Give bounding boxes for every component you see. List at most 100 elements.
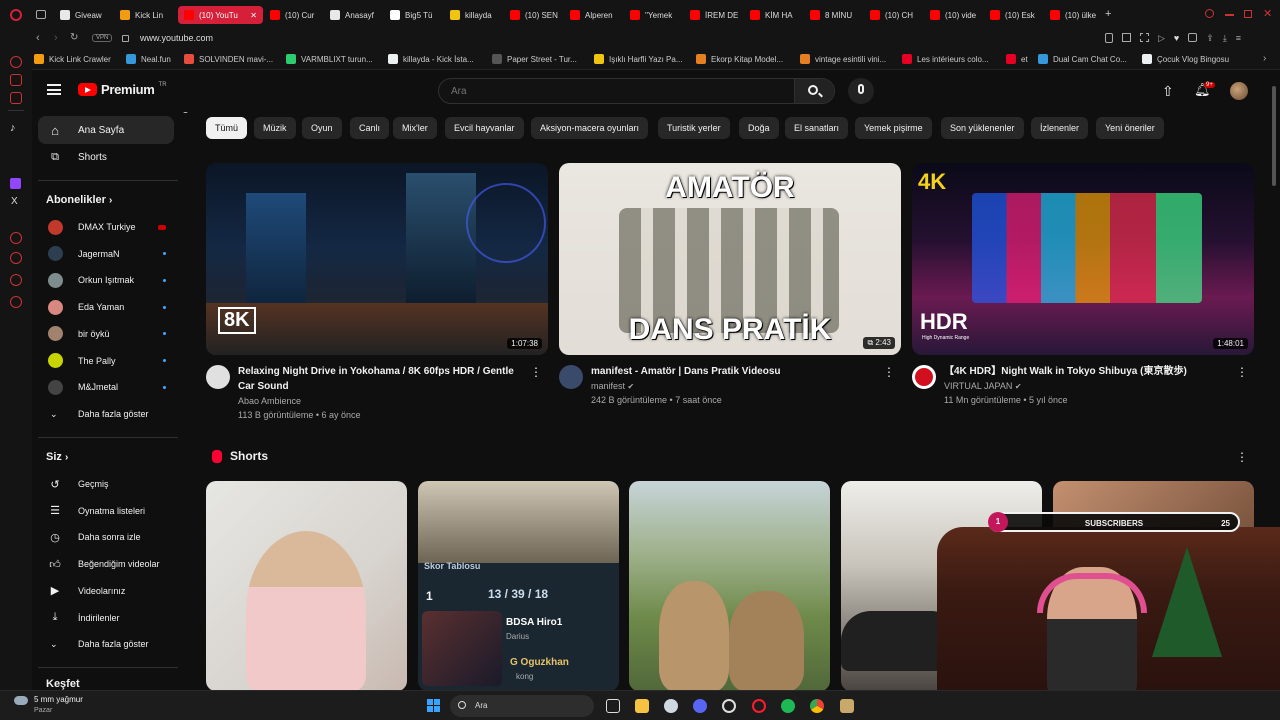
settings-icon[interactable] bbox=[10, 296, 22, 308]
bookmark-item[interactable]: killayda - Kick İsta... bbox=[388, 54, 474, 64]
subscription-item[interactable]: The Pally bbox=[38, 348, 174, 374]
close-tab-icon[interactable]: ✕ bbox=[250, 11, 257, 20]
tab-search-icon[interactable] bbox=[1205, 9, 1214, 18]
bookmark-item[interactable]: Ekorp Kitap Model... bbox=[696, 54, 783, 64]
more-options-icon[interactable]: ⋮ bbox=[883, 365, 895, 379]
short-thumbnail[interactable]: Skor Tablosu 1 13 / 39 / 18 BDSA Hiro1 D… bbox=[418, 481, 619, 691]
subscription-item[interactable]: M&Jmetal bbox=[38, 374, 174, 400]
chrome-icon[interactable] bbox=[810, 699, 824, 713]
channel-avatar[interactable] bbox=[912, 365, 936, 389]
bookmark-item[interactable]: vintage esintili vini... bbox=[800, 54, 886, 64]
bookmark-item[interactable]: Neal.fun bbox=[126, 54, 171, 64]
hamburger-menu-icon[interactable] bbox=[47, 84, 61, 95]
maximize-button[interactable] bbox=[1244, 10, 1252, 18]
you-show-more[interactable]: ⌄ Daha fazla göster bbox=[38, 631, 174, 657]
explore-header[interactable]: Keşfet bbox=[46, 678, 80, 690]
bookmark-item[interactable]: Kick Link Crawler bbox=[34, 54, 111, 64]
browser-tab[interactable]: (10) vide bbox=[930, 6, 985, 24]
browser-tab[interactable]: (10) ülke bbox=[1050, 6, 1100, 24]
lightbulb-icon[interactable] bbox=[10, 274, 22, 286]
filter-chip[interactable]: Turistik yerler bbox=[658, 117, 730, 139]
play-icon[interactable]: ▷ bbox=[1158, 33, 1165, 45]
browser-tab[interactable]: Kick Lin bbox=[120, 6, 175, 24]
browser-tab[interactable]: 8 MİNU bbox=[810, 6, 865, 24]
aria-icon[interactable] bbox=[10, 56, 22, 68]
minimize-button[interactable] bbox=[1225, 14, 1234, 16]
clock-icon[interactable] bbox=[10, 252, 22, 264]
browser-tab[interactable]: ''Yemek bbox=[630, 6, 685, 24]
sidebar-item-clock[interactable]: ◷ Daha sonra izle bbox=[38, 523, 174, 551]
steam-icon[interactable] bbox=[664, 699, 678, 713]
crop-icon[interactable] bbox=[1140, 33, 1149, 42]
bookmark-item[interactable]: Çocuk Vlog Bingosu bbox=[1142, 54, 1229, 64]
filter-chip[interactable]: Canlı bbox=[350, 117, 390, 139]
new-tab-button[interactable]: + bbox=[1105, 8, 1111, 20]
video-title[interactable]: 【4K HDR】Night Walk in Tokyo Shibuya (東京散… bbox=[944, 364, 1234, 379]
spotify-icon[interactable] bbox=[781, 699, 795, 713]
youtube-logo[interactable]: Premium TR bbox=[78, 82, 167, 97]
tab-menu-icon[interactable] bbox=[36, 10, 46, 19]
subscription-item[interactable]: DMAX Turkiye bbox=[38, 214, 174, 240]
browser-tab[interactable]: Alperen bbox=[570, 6, 625, 24]
task-view-icon[interactable] bbox=[606, 699, 620, 713]
tiktok-icon[interactable]: ♪ bbox=[10, 122, 16, 134]
file-explorer-icon[interactable] bbox=[635, 699, 649, 713]
browser-tab[interactable]: Big5 Tü bbox=[390, 6, 445, 24]
subscription-item[interactable]: Eda Yaman bbox=[38, 294, 174, 320]
filter-chip[interactable]: Aksiyon-macera oyunları bbox=[531, 117, 649, 139]
channel-avatar[interactable] bbox=[206, 365, 230, 389]
short-thumbnail[interactable] bbox=[629, 481, 830, 691]
video-title[interactable]: manifest - Amatör | Dans Pratik Videosu bbox=[591, 364, 881, 379]
channel-name[interactable]: VIRTUAL JAPAN ✔ bbox=[944, 381, 1022, 391]
url-field[interactable]: www.youtube.com bbox=[140, 33, 213, 43]
filter-chip[interactable]: Evcil hayvanlar bbox=[445, 117, 524, 139]
bookmark-item[interactable]: SOLVINDEN mavi-... bbox=[184, 54, 273, 64]
browser-tab[interactable]: (10) Esk bbox=[990, 6, 1045, 24]
share-icon[interactable]: ⇪ bbox=[1206, 33, 1214, 45]
upload-icon[interactable]: ⇧ bbox=[1162, 83, 1174, 100]
filter-chip[interactable]: İzlenenler bbox=[1031, 117, 1089, 139]
filter-chip[interactable]: El sanatları bbox=[785, 117, 849, 139]
search-button[interactable] bbox=[794, 79, 834, 103]
bookmark-item[interactable]: Paper Street - Tur... bbox=[492, 54, 577, 64]
video-thumbnail[interactable]: 8K 1:07:38 bbox=[206, 163, 548, 355]
filter-chip[interactable]: Yeni öneriler bbox=[1096, 117, 1164, 139]
bookmark-item[interactable]: Les intérieurs colo... bbox=[902, 54, 989, 64]
channel-avatar[interactable] bbox=[559, 365, 583, 389]
sidebar-item-history[interactable]: ↺ Geçmiş bbox=[38, 470, 174, 498]
subscription-item[interactable]: JagermaN bbox=[38, 241, 174, 267]
browser-tab[interactable]: (10) YouTu ✕ bbox=[178, 6, 263, 24]
heart-icon[interactable]: ♥ bbox=[1174, 33, 1179, 45]
taskbar-search-box[interactable]: Ara bbox=[450, 695, 594, 717]
search-input[interactable] bbox=[439, 79, 796, 103]
sidebar-item-shorts[interactable]: ⧉ Shorts bbox=[38, 143, 174, 171]
browser-tab[interactable]: İREM DE bbox=[690, 6, 745, 24]
forward-icon[interactable]: › bbox=[54, 32, 58, 44]
opera-logo-icon[interactable] bbox=[10, 9, 22, 21]
bookmark-item[interactable]: et bbox=[1006, 54, 1028, 64]
back-icon[interactable]: ‹ bbox=[36, 32, 40, 44]
sidebar-item-like[interactable]: 👍︎ Beğendiğim videolar bbox=[38, 550, 174, 578]
sidebar-item-video[interactable]: ▶ Videolarınız bbox=[38, 577, 174, 605]
history-icon[interactable] bbox=[10, 232, 22, 244]
screenshot-icon[interactable] bbox=[1122, 33, 1131, 42]
app-icon[interactable] bbox=[840, 699, 854, 713]
x-icon[interactable]: X bbox=[11, 196, 18, 207]
more-options-icon[interactable]: ⋮ bbox=[1236, 365, 1248, 379]
subscriptions-show-more[interactable]: ⌄ Daha fazla göster bbox=[38, 401, 174, 427]
subscriptions-header[interactable]: Abonelikler › bbox=[46, 194, 112, 206]
obs-icon[interactable] bbox=[722, 699, 736, 713]
browser-tab[interactable]: (10) Cur bbox=[270, 6, 325, 24]
channel-name[interactable]: manifest ✔ bbox=[591, 381, 634, 391]
calendar-icon[interactable] bbox=[10, 92, 22, 104]
filter-chip[interactable]: Müzik bbox=[254, 117, 296, 139]
bookmarks-overflow-icon[interactable]: › bbox=[1263, 53, 1266, 64]
browser-tab[interactable]: Giveaw bbox=[60, 6, 115, 24]
messenger-icon[interactable] bbox=[10, 74, 22, 86]
twitch-icon[interactable] bbox=[10, 178, 21, 189]
filter-chip[interactable]: Yemek pişirme bbox=[855, 117, 932, 139]
bookmark-item[interactable]: VARMBLIXT turun... bbox=[286, 54, 373, 64]
reload-icon[interactable]: ↻ bbox=[70, 32, 78, 43]
video-title[interactable]: Relaxing Night Drive in Yokohama / 8K 60… bbox=[238, 364, 528, 394]
channel-name[interactable]: Abao Ambience bbox=[238, 396, 301, 406]
